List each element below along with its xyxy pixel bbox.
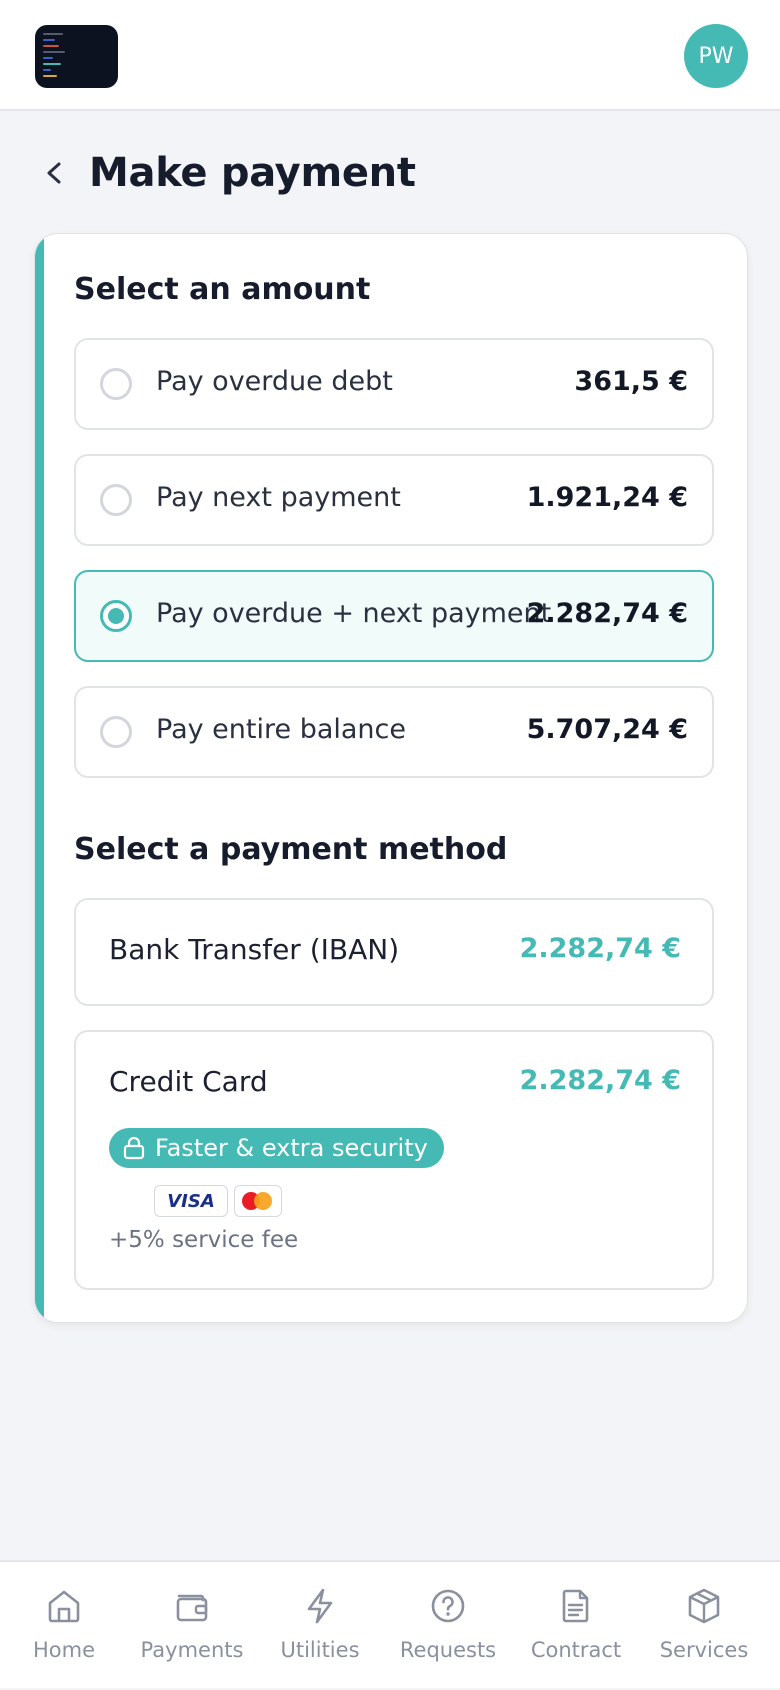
lightning-icon (307, 1588, 333, 1624)
document-icon (562, 1589, 589, 1623)
app-logo[interactable] (35, 25, 118, 88)
amount-option-overdue-plus-next[interactable]: Pay overdue + next payment 2.282,74 € (74, 570, 714, 662)
nav-label: Services (659, 1638, 749, 1662)
option-label: Pay overdue + next payment (156, 598, 552, 629)
nav-label: Utilities (280, 1638, 360, 1662)
mastercard-logo (234, 1185, 282, 1217)
back-button[interactable] (35, 145, 75, 201)
option-amount: 1.921,24 € (526, 482, 688, 513)
nav-label: Contract (530, 1638, 622, 1662)
credit-card-option[interactable]: Credit Card 2.282,74 € Faster & extra se… (74, 1030, 714, 1290)
amount-option-overdue-debt[interactable]: Pay overdue debt 361,5 € (74, 338, 714, 430)
nav-item-requests[interactable]: Requests (384, 1562, 512, 1690)
method-amount: 2.282,74 € (519, 1065, 681, 1096)
nav-item-home[interactable]: Home (0, 1562, 128, 1690)
amount-option-entire-balance[interactable]: Pay entire balance 5.707,24 € (74, 686, 714, 778)
option-amount: 361,5 € (574, 366, 688, 397)
nav-label: Payments (140, 1638, 244, 1662)
method-label: Bank Transfer (IBAN) (109, 933, 400, 966)
radio-button[interactable] (100, 716, 132, 748)
radio-button[interactable] (100, 368, 132, 400)
option-amount: 2.282,74 € (526, 598, 688, 629)
amount-option-next-payment[interactable]: Pay next payment 1.921,24 € (74, 454, 714, 546)
visa-logo: VISA (154, 1185, 228, 1217)
method-amount: 2.282,74 € (519, 933, 681, 964)
top-bar: PW (0, 0, 780, 111)
service-fee-note: +5% service fee (109, 1227, 299, 1253)
question-icon (431, 1589, 465, 1623)
page-title: Make payment (89, 150, 416, 196)
option-label: Pay next payment (156, 482, 401, 513)
user-avatar[interactable]: PW (684, 24, 748, 88)
radio-button-selected[interactable] (100, 600, 132, 632)
wallet-icon (176, 1594, 208, 1622)
option-label: Pay entire balance (156, 714, 406, 745)
lock-icon (123, 1136, 145, 1160)
option-amount: 5.707,24 € (526, 714, 688, 745)
method-label: Credit Card (109, 1065, 268, 1098)
method-section-title: Select a payment method (74, 832, 508, 867)
nav-label: Home (32, 1638, 95, 1662)
security-badge: Faster & extra security (109, 1128, 444, 1168)
payment-card: Select an amount Pay overdue debt 361,5 … (34, 233, 748, 1323)
chevron-left-icon (47, 162, 61, 184)
home-icon (48, 1590, 80, 1623)
card-accent-bar (35, 234, 44, 1322)
bank-transfer-option[interactable]: Bank Transfer (IBAN) 2.282,74 € (74, 898, 714, 1006)
nav-item-services[interactable]: Services (640, 1562, 768, 1690)
box-icon (688, 1588, 720, 1624)
security-badge-label: Faster & extra security (155, 1134, 428, 1162)
nav-item-payments[interactable]: Payments (128, 1562, 256, 1690)
option-label: Pay overdue debt (156, 366, 393, 397)
page-header: Make payment (35, 145, 416, 201)
bottom-navigation: Home Payments Utilities Requests Contrac… (0, 1560, 780, 1688)
amount-section-title: Select an amount (74, 272, 371, 307)
nav-item-utilities[interactable]: Utilities (256, 1562, 384, 1690)
nav-item-contract[interactable]: Contract (512, 1562, 640, 1690)
radio-button[interactable] (100, 484, 132, 516)
nav-label: Requests (399, 1638, 497, 1662)
